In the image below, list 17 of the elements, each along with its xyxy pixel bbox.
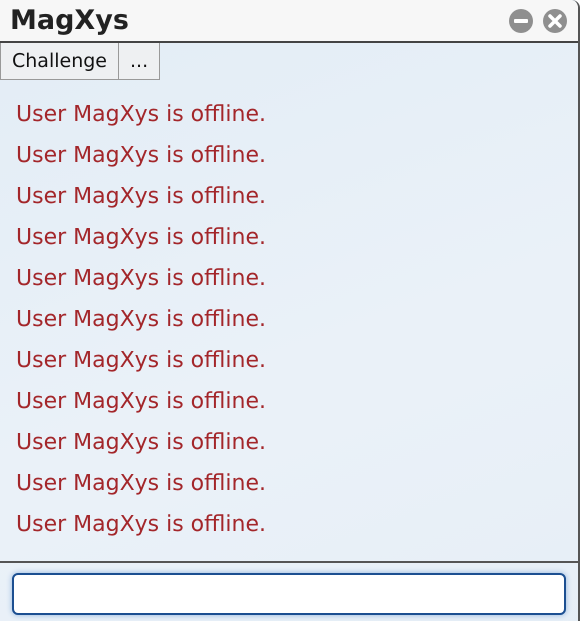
status-message: User MagXys is offline. (16, 265, 267, 293)
toolbar-button[interactable]: Challenge (0, 43, 119, 80)
toolbar-button[interactable]: ... (118, 43, 160, 80)
status-message: User MagXys is offline. (16, 183, 267, 211)
message-input[interactable] (12, 573, 566, 615)
status-message: User MagXys is offline. (16, 306, 267, 334)
minimize-icon[interactable] (508, 8, 534, 34)
status-message: User MagXys is offline. (16, 388, 267, 416)
status-message: User MagXys is offline. (16, 142, 267, 170)
status-message: User MagXys is offline. (16, 224, 267, 252)
status-message: User MagXys is offline. (16, 470, 267, 498)
status-message: User MagXys is offline. (16, 347, 267, 375)
status-message: User MagXys is offline. (16, 511, 267, 539)
close-icon[interactable] (542, 8, 568, 34)
status-message: User MagXys is offline. (16, 101, 267, 129)
window-title: MagXys (10, 5, 130, 36)
status-message: User MagXys is offline. (16, 429, 267, 457)
